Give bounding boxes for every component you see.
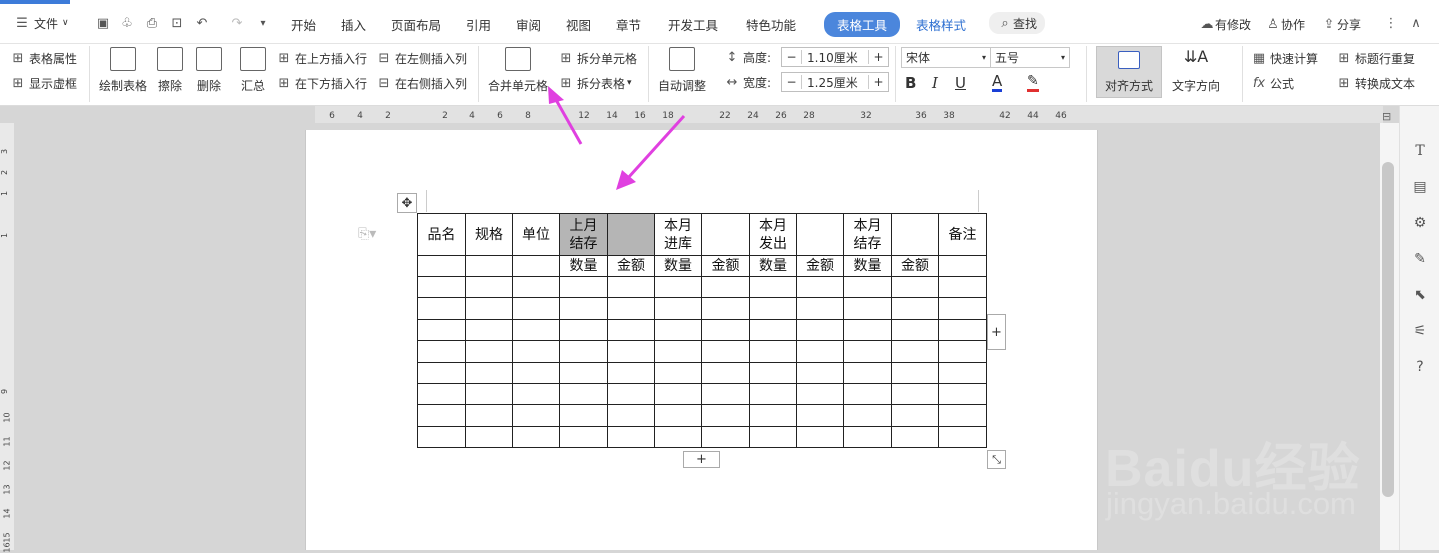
- watermark-url: jingyan.baidu.com: [1106, 486, 1356, 521]
- pen-icon[interactable]: ✎: [1410, 249, 1430, 269]
- pointer-icon[interactable]: ⬉: [1410, 285, 1430, 305]
- help-icon[interactable]: ?: [1410, 357, 1430, 377]
- sliders-icon[interactable]: ⚟: [1410, 321, 1430, 341]
- doc-settings-icon[interactable]: ⚙: [1410, 213, 1430, 233]
- ruler-toggle-icon[interactable]: ⊟: [1382, 110, 1391, 123]
- arrow-to-merge-cells: [553, 97, 583, 145]
- right-side-panel: T ▤ ⚙ ✎ ⬉ ⚟ ?: [1399, 106, 1439, 550]
- text-style-icon[interactable]: T: [1410, 141, 1430, 161]
- arrowhead: [548, 86, 564, 104]
- document-icon[interactable]: ▤: [1410, 177, 1430, 197]
- arrow-to-table-header: [626, 114, 686, 180]
- scrollbar-thumb[interactable]: [1382, 162, 1394, 497]
